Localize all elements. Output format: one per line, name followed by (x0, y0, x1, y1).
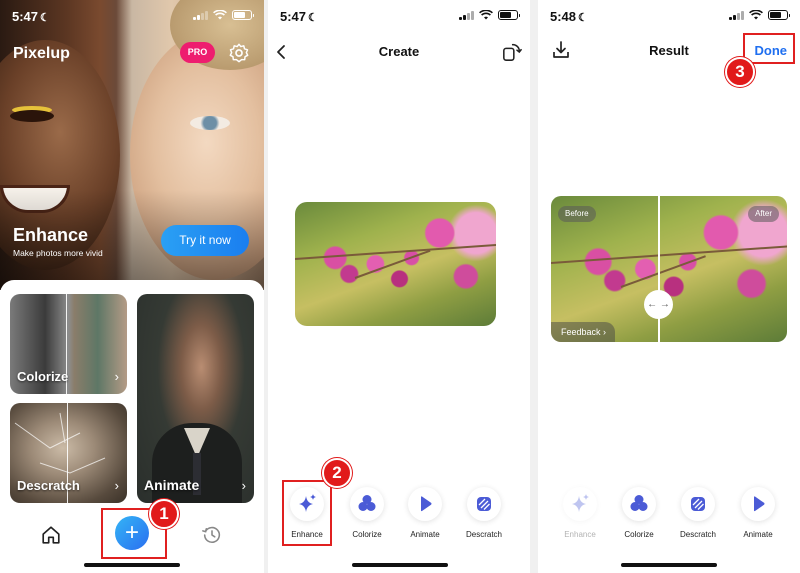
wifi-icon (213, 10, 227, 20)
gear-icon[interactable] (228, 42, 250, 64)
status-time-text: 5:47 (280, 9, 307, 24)
descratch-card-label: Descratch (17, 478, 80, 493)
compare-divider (658, 196, 660, 342)
descratch-icon (477, 497, 491, 511)
page-title: Create (378, 44, 420, 59)
descratch-icon (691, 497, 705, 511)
step-badge-3: 3 (725, 57, 755, 87)
battery-icon (232, 10, 254, 20)
tool-animate-circle (408, 487, 442, 521)
play-icon (421, 496, 432, 512)
highlight-enhance-tool (282, 480, 332, 546)
rotate-icon[interactable] (502, 42, 522, 62)
tool-colorize[interactable]: Colorize (342, 487, 392, 539)
tool-animate-label: Animate (410, 530, 440, 539)
history-icon[interactable] (201, 524, 223, 546)
sparkle-icon (572, 494, 589, 512)
app-logo: Pixelup (13, 45, 70, 62)
signal-icon (193, 10, 208, 20)
step-badge-1: 1 (149, 499, 179, 529)
home-icon[interactable] (40, 524, 62, 546)
colorize-card[interactable]: Colorize › (10, 294, 127, 394)
compare-slider-handle[interactable]: ← → (644, 290, 673, 319)
home-indicator (621, 563, 717, 567)
tool-colorize-circle (622, 487, 656, 521)
tool-descratch[interactable]: Descratch (673, 487, 723, 539)
flower-stem (295, 243, 496, 260)
status-time-text: 5:48 (550, 9, 577, 24)
before-label: Before (558, 206, 596, 222)
signal-icon (729, 10, 744, 20)
hero-subtitle: Make photos more vivid (13, 248, 103, 258)
source-photo (295, 202, 496, 326)
animate-card-label: Animate (144, 477, 200, 493)
descratch-card[interactable]: Descratch › (10, 403, 127, 503)
signal-icon (459, 10, 474, 20)
home-screen: 5:47 ☾ Pixelup PRO Enhance Make photos mo… (0, 0, 264, 573)
animate-card[interactable]: Animate › (137, 294, 254, 503)
hero-eye-left (10, 110, 54, 122)
tool-animate-circle (741, 487, 775, 521)
colorize-icon (358, 495, 376, 511)
status-icons (729, 10, 790, 20)
status-time: 5:48 ☾ (550, 9, 588, 24)
tool-bar: Enhance Colorize Descratch Animate (538, 487, 800, 547)
chevron-right-icon: › (241, 478, 246, 493)
tool-descratch[interactable]: Descratch (459, 487, 509, 539)
moon-icon: ☾ (308, 12, 318, 24)
battery-icon (498, 10, 520, 20)
step-badge-2: 2 (322, 458, 352, 488)
wifi-icon (479, 10, 493, 20)
tool-descratch-circle (467, 487, 501, 521)
colorize-icon (630, 495, 648, 511)
flower-stem (551, 245, 787, 264)
tool-descratch-label: Descratch (679, 530, 716, 539)
status-icons (459, 10, 520, 20)
tool-enhance-circle (563, 487, 597, 521)
after-label: After (748, 206, 779, 222)
wifi-icon (749, 10, 763, 20)
colorize-card-label: Colorize (17, 369, 69, 384)
tool-enhance[interactable]: Enhance (555, 487, 605, 539)
chevron-right-icon: › (114, 369, 119, 384)
hero-title: Enhance (13, 225, 89, 245)
home-indicator (84, 563, 180, 567)
battery-icon (768, 10, 790, 20)
tool-colorize-circle (350, 487, 384, 521)
pro-badge[interactable]: PRO (180, 42, 215, 63)
play-icon (754, 496, 765, 512)
highlight-done-button (743, 33, 795, 64)
tool-animate-label: Animate (743, 530, 773, 539)
status-time-text: 5:47 (12, 9, 39, 24)
panel-divider (530, 0, 538, 573)
try-it-now-button[interactable]: Try it now (161, 225, 249, 256)
chevron-right-icon: › (114, 478, 119, 493)
tool-colorize-label: Colorize (352, 530, 382, 539)
status-bar: 5:47 ☾ (268, 0, 530, 34)
status-bar: 5:47 ☾ (0, 0, 264, 34)
tool-animate[interactable]: Animate (400, 487, 450, 539)
tool-colorize-label: Colorize (624, 530, 654, 539)
tool-descratch-circle (681, 487, 715, 521)
result-screen: 5:48 ☾ Result Done Before After ← → Feedb… (538, 0, 800, 573)
hero-eye-right (190, 116, 230, 130)
result-photo-compare[interactable]: Before After ← → Feedback › (551, 196, 787, 342)
status-icons (193, 10, 254, 20)
moon-icon: ☾ (578, 12, 588, 24)
tool-descratch-label: Descratch (465, 530, 502, 539)
status-time: 5:47 ☾ (12, 9, 50, 24)
home-indicator (352, 563, 448, 567)
create-screen: 5:47 ☾ Create Enhance Colorize Animate D… (268, 0, 530, 573)
tool-colorize[interactable]: Colorize (614, 487, 664, 539)
status-time: 5:47 ☾ (280, 9, 318, 24)
flower-stem (620, 255, 706, 288)
moon-icon: ☾ (40, 12, 50, 24)
tool-enhance-label: Enhance (564, 530, 596, 539)
feedback-button[interactable]: Feedback › (551, 322, 616, 342)
tool-animate[interactable]: Animate (733, 487, 783, 539)
status-bar: 5:48 ☾ (538, 0, 800, 34)
